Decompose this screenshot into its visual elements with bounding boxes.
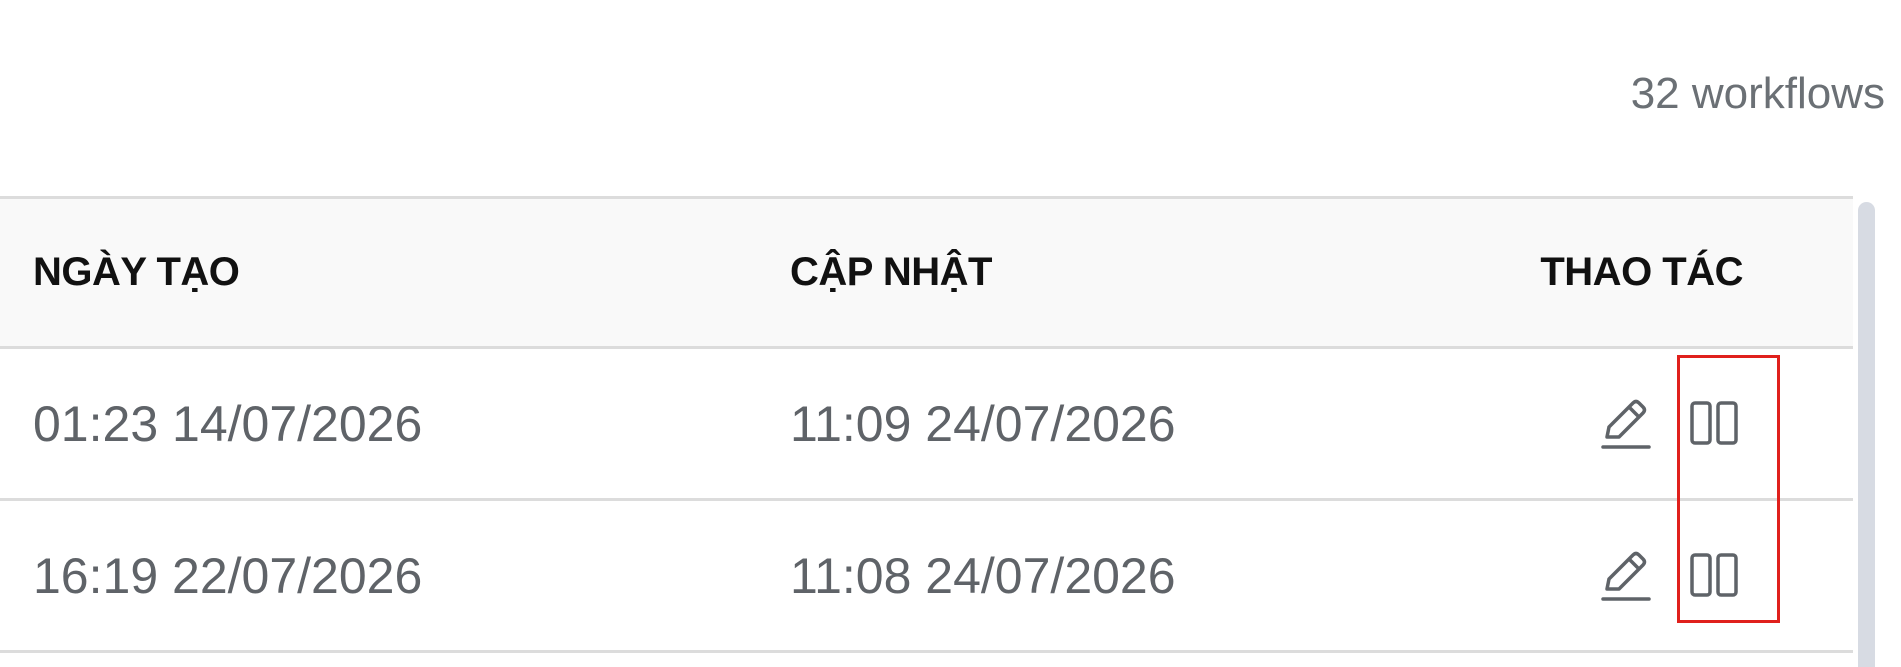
- row-actions: [1597, 546, 1743, 606]
- row-actions: [1597, 394, 1743, 454]
- edit-button[interactable]: [1597, 394, 1655, 454]
- column-header-created: NGÀY TẠO: [33, 250, 240, 294]
- table-header-row: NGÀY TẠO CẬP NHẬT THAO TÁC: [0, 199, 1853, 349]
- workflow-count: 32 workflows: [1630, 69, 1885, 118]
- workflow-list-view: 32 workflows NGÀY TẠO CẬP NHẬT THAO TÁC …: [0, 0, 1901, 667]
- table-row: 01:23 14/07/2026 11:09 24/07/2026: [0, 349, 1853, 501]
- columns-button[interactable]: [1685, 394, 1743, 454]
- column-header-actions: THAO TÁC: [1540, 250, 1743, 294]
- workflow-table: NGÀY TẠO CẬP NHẬT THAO TÁC 01:23 14/07/2…: [0, 196, 1853, 653]
- actions-cell: [1543, 349, 1743, 498]
- created-date-cell: 01:23 14/07/2026: [33, 395, 423, 452]
- pencil-icon: [1601, 399, 1651, 449]
- actions-cell: [1543, 501, 1743, 650]
- updated-date-cell: 11:09 24/07/2026: [790, 395, 1176, 452]
- table-row: 16:19 22/07/2026 11:08 24/07/2026: [0, 501, 1853, 653]
- created-date-cell: 16:19 22/07/2026: [33, 547, 423, 604]
- updated-date-cell: 11:08 24/07/2026: [790, 547, 1176, 604]
- pencil-icon: [1601, 551, 1651, 601]
- columns-icon: [1690, 552, 1738, 597]
- columns-icon: [1690, 400, 1738, 445]
- edit-button[interactable]: [1597, 546, 1655, 606]
- columns-button[interactable]: [1685, 546, 1743, 606]
- column-header-updated: CẬP NHẬT: [790, 250, 992, 294]
- scrollbar-thumb[interactable]: [1858, 202, 1875, 667]
